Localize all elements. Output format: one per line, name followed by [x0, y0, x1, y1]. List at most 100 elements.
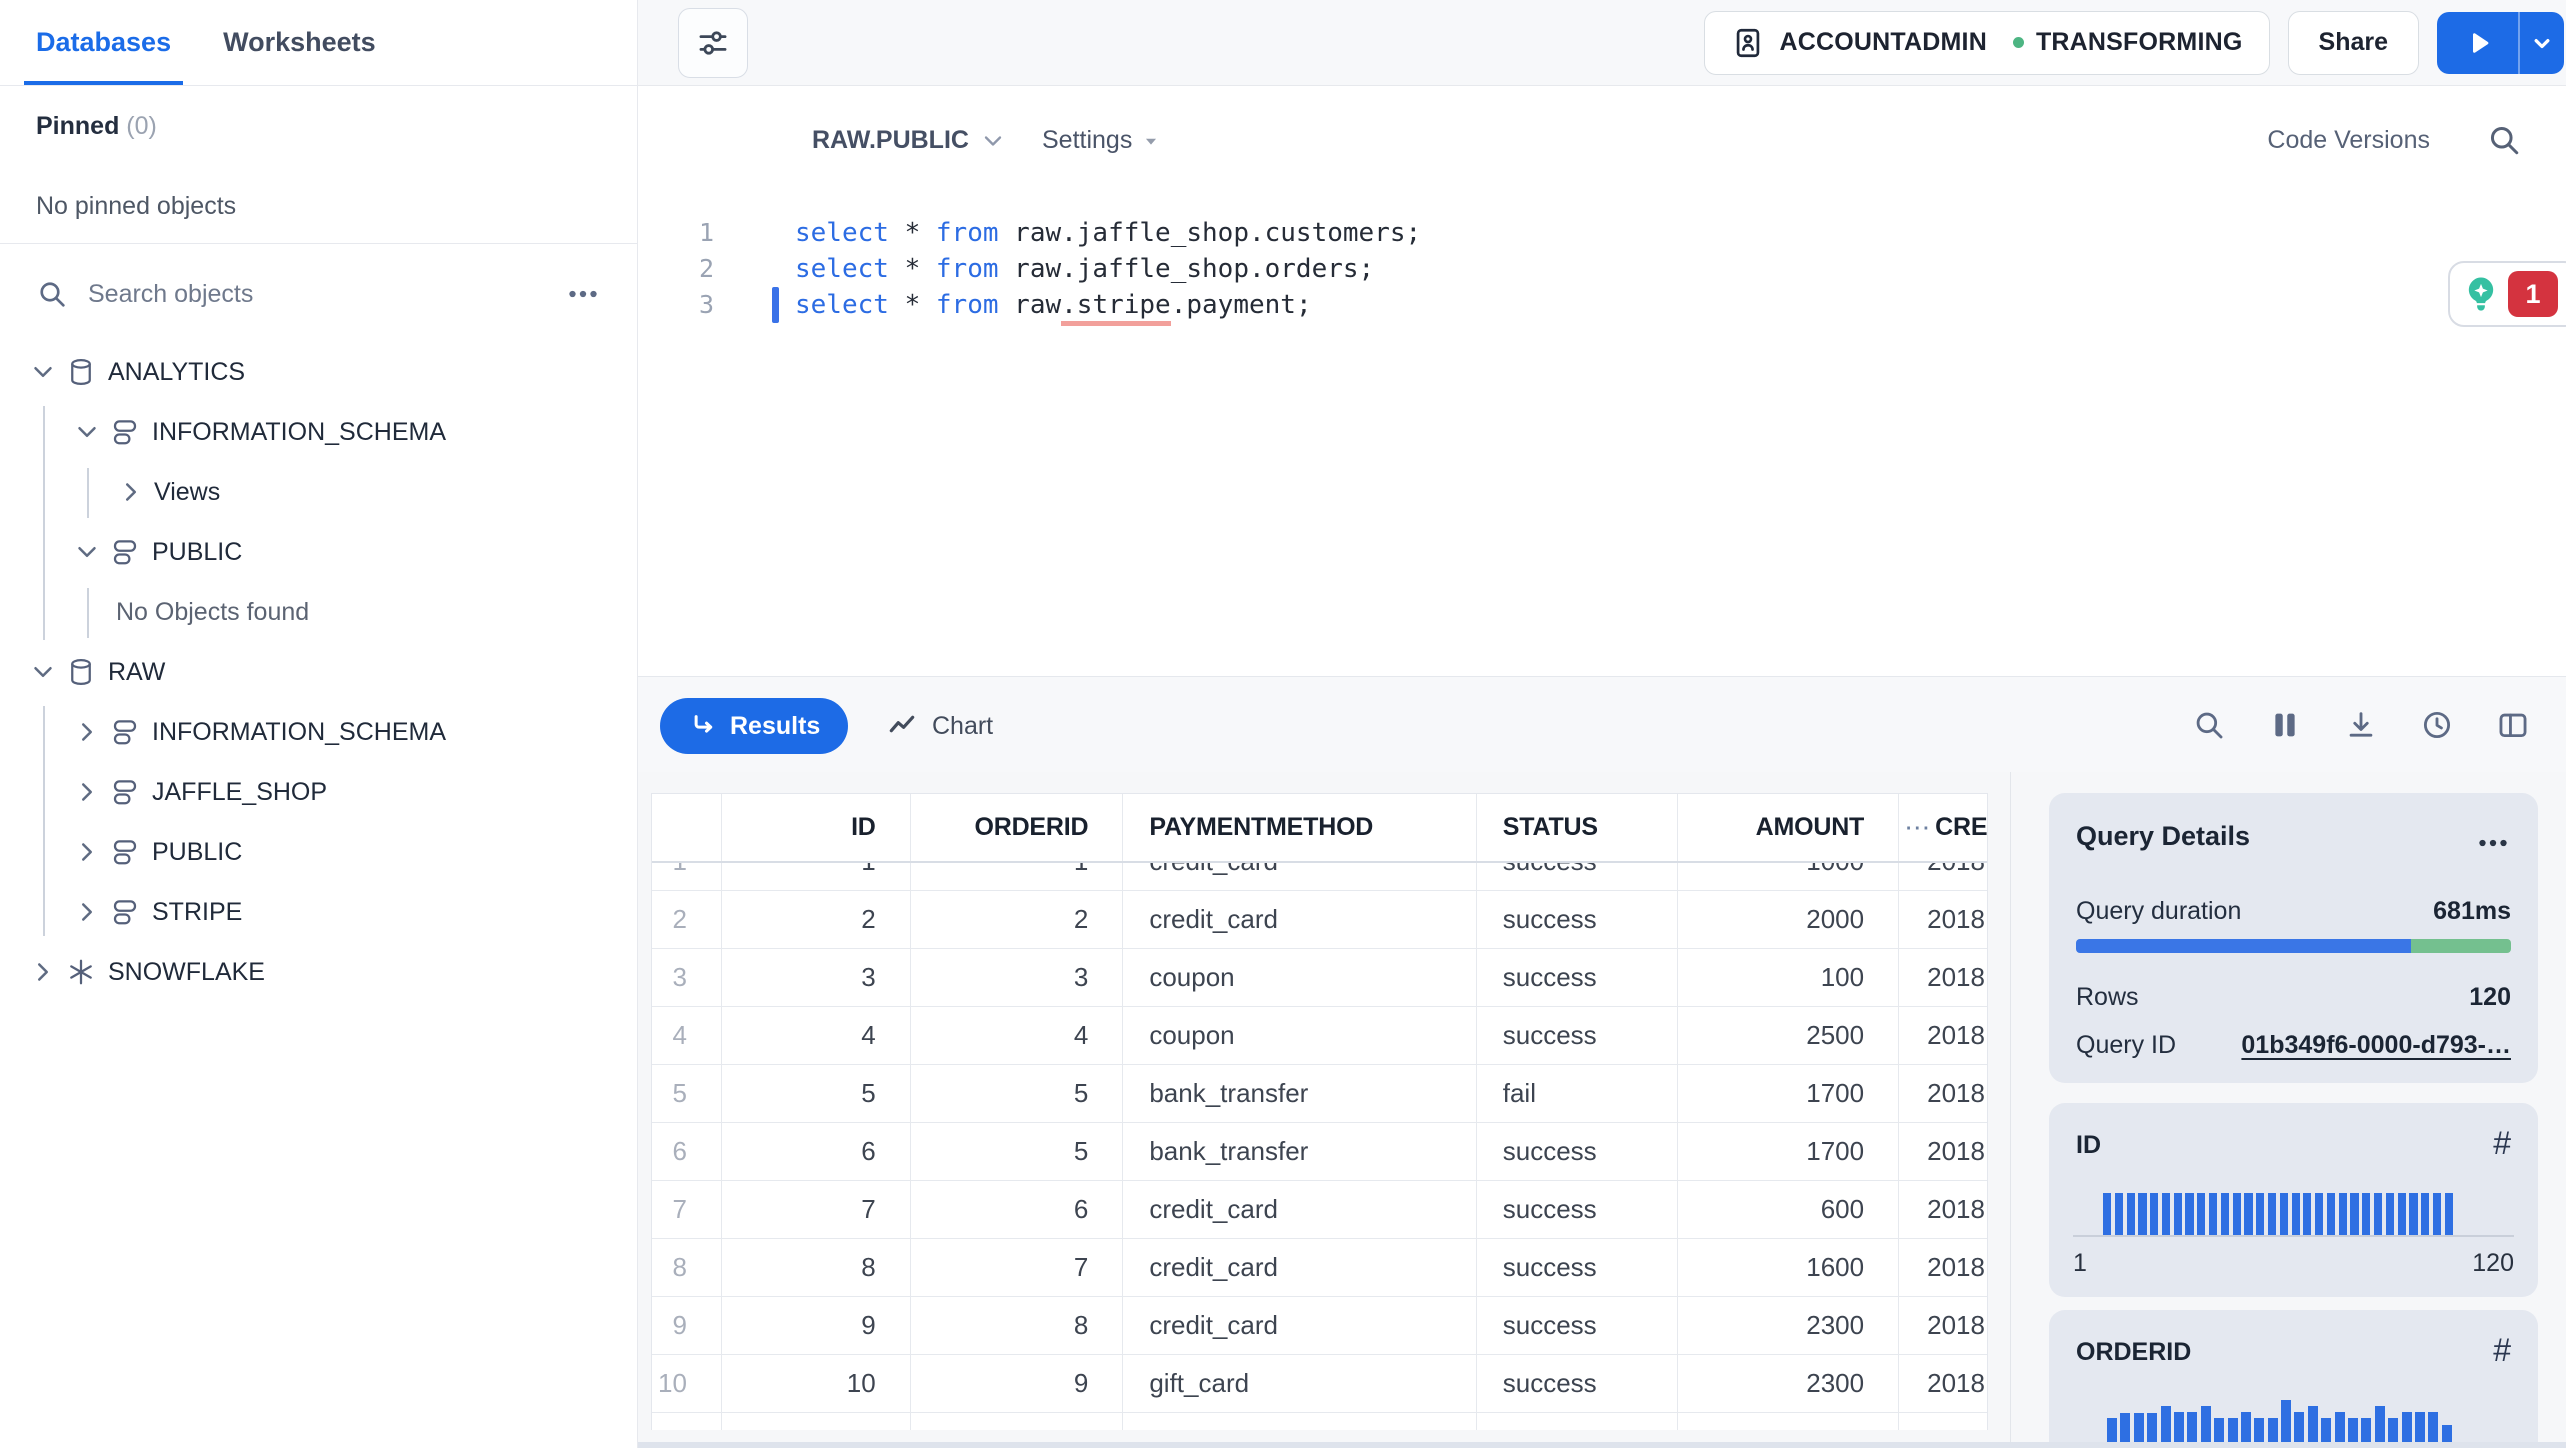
tree-item-public[interactable]: PUBLIC [0, 822, 637, 882]
role-label: ACCOUNTADMIN [1779, 28, 1987, 56]
table-cell: 2 [722, 891, 911, 948]
schema-icon [110, 837, 140, 867]
column-header-label: STATUS [1502, 813, 1598, 841]
copilot-suggestion-pill[interactable]: 1 [2448, 261, 2566, 327]
table-cell: 6 [722, 1123, 911, 1180]
chevron-right-icon[interactable] [72, 717, 102, 747]
table-row[interactable]: 11 [652, 1413, 1987, 1430]
context-role-warehouse-button[interactable]: ACCOUNTADMIN TRANSFORMING [1704, 10, 2270, 75]
table-cell: 5 [911, 1123, 1124, 1180]
column-stats-card-orderid[interactable]: ORDERID # [2049, 1310, 2538, 1448]
code-versions-button[interactable]: Code Versions [2267, 86, 2430, 195]
table-cell: 4 [722, 1007, 911, 1064]
horizontal-scrollbar[interactable] [638, 1442, 2566, 1448]
layout-panel-icon[interactable] [2496, 708, 2530, 742]
search-results-icon[interactable] [2192, 708, 2226, 742]
table-row[interactable]: 7 7 6 credit_card success 600 2018 [652, 1181, 1987, 1239]
column-header-orderid[interactable]: ORDERID [911, 794, 1124, 861]
line-number: 3 [698, 290, 714, 319]
tab-results[interactable]: Results [660, 698, 849, 754]
more-options-icon[interactable] [565, 276, 601, 312]
code-line-1[interactable]: select * from raw.jaffle_shop.customers; [795, 215, 1421, 251]
tree-item-information-schema[interactable]: INFORMATION_SCHEMA [0, 402, 637, 462]
tab-chart[interactable]: Chart [886, 698, 993, 754]
column-stats-card-id[interactable]: ID # 1 120 [2049, 1103, 2538, 1297]
table-row[interactable]: 10 10 9 gift_card success 2300 2018 [652, 1355, 1987, 1413]
table-row[interactable]: 2 2 2 credit_card success 2000 2018 [652, 891, 1987, 949]
table-cell: 2300 [1678, 1297, 1900, 1354]
table-header-row: ID ORDERID PAYMENTMETHOD STATUS AMOUNT ⋯CREAT… [652, 794, 1987, 863]
chevron-down-icon[interactable] [28, 357, 58, 387]
orderid-histogram[interactable] [2107, 1400, 2452, 1443]
run-button[interactable] [2437, 12, 2518, 74]
table-row[interactable]: 9 9 8 credit_card success 2300 2018 [652, 1297, 1987, 1355]
histogram-bar [2147, 1413, 2158, 1443]
code-token: from [935, 218, 999, 248]
tree-item-analytics[interactable]: ANALYTICS [0, 342, 637, 402]
table-row[interactable]: 5 5 5 bank_transfer fail 1700 2018 [652, 1065, 1987, 1123]
histogram-bar [2232, 1193, 2241, 1235]
hidden-columns-indicator[interactable]: ⋯ [1899, 812, 1935, 843]
database-schema-selector[interactable]: RAW.PUBLIC [812, 86, 1007, 195]
histogram-bar [2187, 1412, 2198, 1443]
column-header-amount[interactable]: AMOUNT [1678, 794, 1900, 861]
chevron-down-icon[interactable] [72, 537, 102, 567]
object-browser-sidebar: Databases Worksheets Pinned (0) No pinne… [0, 0, 638, 1448]
column-header-paymentmethod[interactable]: PAYMENTMETHOD [1123, 794, 1477, 861]
column-header-id[interactable]: ID [722, 794, 911, 861]
code-token: * [888, 254, 936, 284]
column-header-label: ID [851, 813, 876, 841]
tree-item-information-schema[interactable]: INFORMATION_SCHEMA [0, 702, 637, 762]
tree-item-views[interactable]: Views [0, 462, 637, 522]
tab-worksheets[interactable]: Worksheets [223, 0, 376, 85]
table-row[interactable]: 6 6 5 bank_transfer success 1700 2018 [652, 1123, 1987, 1181]
columns-icon[interactable] [2268, 708, 2302, 742]
chevron-right-icon[interactable] [72, 837, 102, 867]
tree-guide-line [87, 468, 89, 518]
table-body: 111credit_cardsuccess10002018222credit_c… [652, 833, 1987, 1430]
column-header-status[interactable]: STATUS [1477, 794, 1679, 861]
table-cell: 2018 [1927, 1136, 1985, 1166]
rows-value: 120 [2469, 983, 2511, 1011]
worksheet-settings-button[interactable] [678, 8, 748, 78]
code-token: select [795, 290, 889, 320]
tree-item-stripe[interactable]: STRIPE [0, 882, 637, 942]
chevron-right-icon[interactable] [72, 897, 102, 927]
share-button[interactable]: Share [2287, 10, 2419, 75]
chevron-right-icon[interactable] [72, 777, 102, 807]
chevron-right-icon[interactable] [116, 477, 146, 507]
tree-item-jaffle-shop[interactable]: JAFFLE_SHOP [0, 762, 637, 822]
histogram-bar [2441, 1425, 2452, 1443]
code-line-2[interactable]: select * from raw.jaffle_shop.orders; [795, 251, 1421, 287]
download-icon[interactable] [2344, 708, 2378, 742]
object-search[interactable]: Search objects [0, 262, 637, 326]
tree-item-raw[interactable]: RAW [0, 642, 637, 702]
column-header-rownum [652, 794, 722, 861]
chevron-right-icon[interactable] [28, 957, 58, 987]
histogram-bar [2348, 1418, 2359, 1443]
column-header-created[interactable]: ⋯CREATED [1899, 794, 1987, 861]
schema-icon [110, 777, 140, 807]
tab-databases[interactable]: Databases [23, 0, 184, 85]
line-number: 2 [698, 254, 714, 283]
code-line-3[interactable]: select * from raw.stripe.payment; [795, 287, 1421, 326]
settings-dropdown[interactable]: Settings [1042, 86, 1162, 195]
table-row[interactable]: 3 3 3 coupon success 100 2018 [652, 949, 1987, 1007]
tree-item-label: JAFFLE_SHOP [152, 777, 328, 806]
tree-item-public[interactable]: PUBLIC [0, 522, 637, 582]
sql-editor[interactable]: 1 2 3 select * from raw.jaffle_shop.custom… [638, 195, 2566, 676]
run-options-button[interactable] [2520, 12, 2564, 74]
editor-search-icon[interactable] [2486, 122, 2522, 158]
table-row[interactable]: 4 4 4 coupon success 2500 2018 [652, 1007, 1987, 1065]
query-details-menu-icon[interactable] [2475, 825, 2511, 861]
results-table[interactable]: ID ORDERID PAYMENTMETHOD STATUS AMOUNT ⋯CREAT… [651, 793, 1988, 1430]
tree-item-label: INFORMATION_SCHEMA [152, 717, 446, 746]
tree-item-snowflake[interactable]: SNOWFLAKE [0, 942, 637, 1002]
chevron-down-icon[interactable] [72, 417, 102, 447]
table-row[interactable]: 8 8 7 credit_card success 1600 2018 [652, 1239, 1987, 1297]
history-icon[interactable] [2420, 708, 2454, 742]
chevron-down-icon[interactable] [28, 657, 58, 687]
histogram-bar [2291, 1193, 2300, 1235]
id-histogram[interactable] [2103, 1193, 2453, 1235]
query-id-link[interactable]: 01b349f6-0000-d793-… [2241, 1031, 2511, 1060]
